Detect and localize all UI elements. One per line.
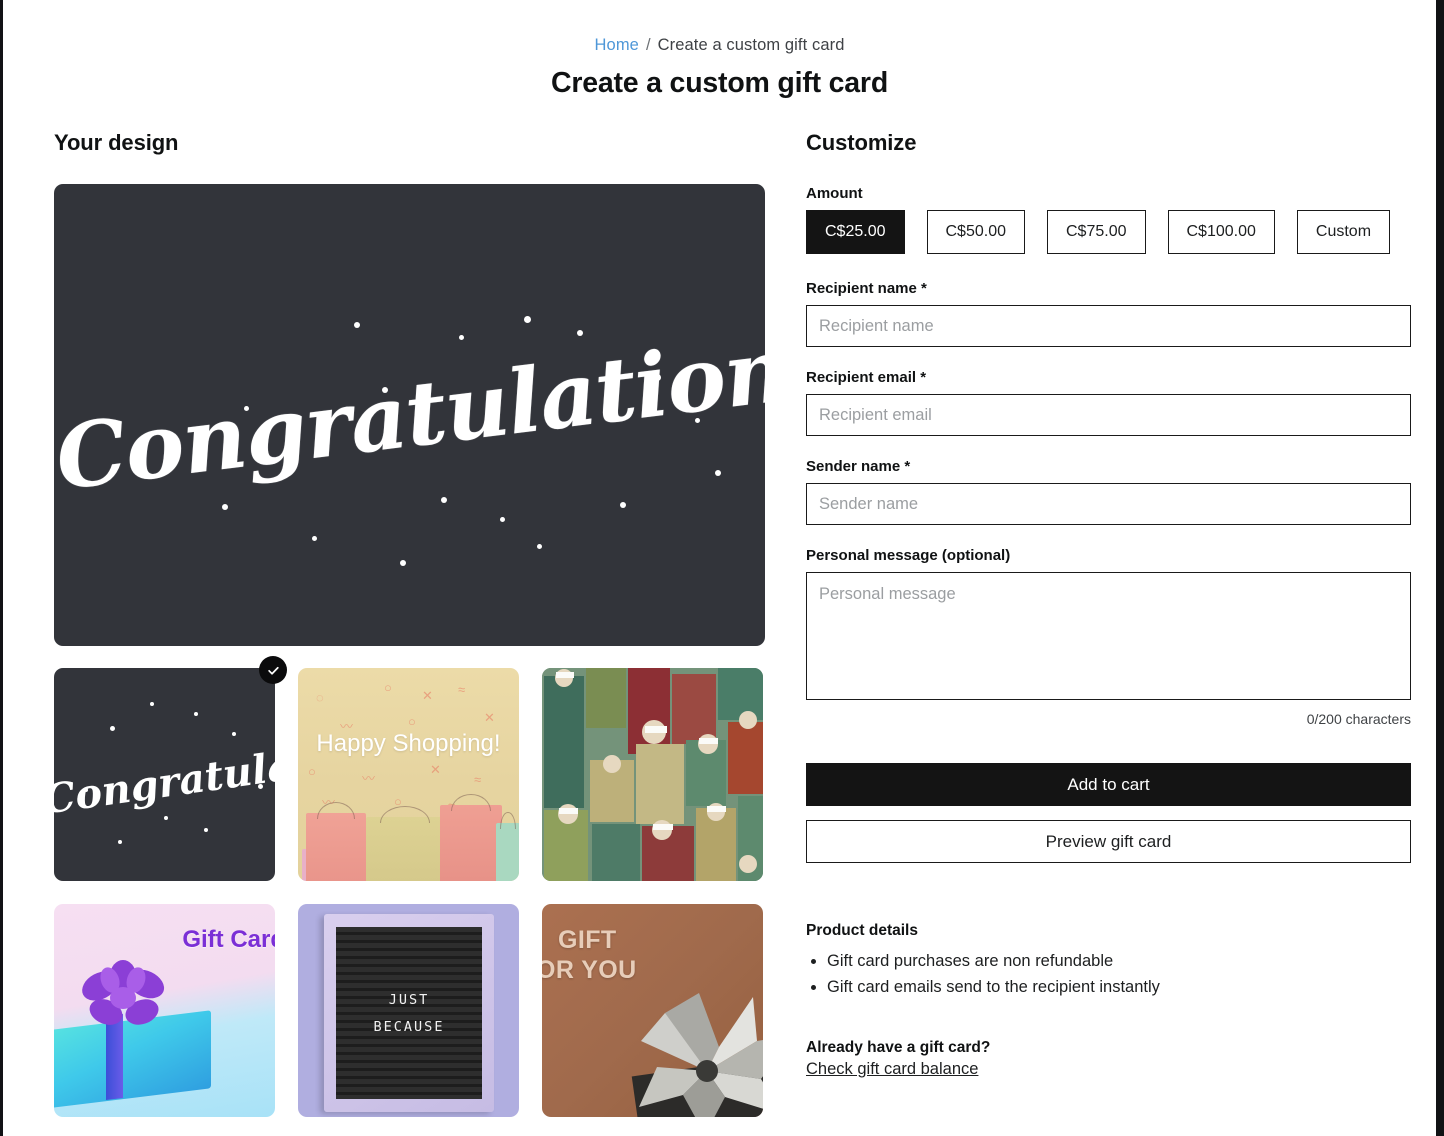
page-content: Home / Create a custom gift card Create a … — [3, 0, 1436, 1136]
personal-message-textarea[interactable] — [806, 572, 1411, 700]
page-title: Create a custom gift card — [550, 67, 889, 99]
sender-name-field: Sender name * — [806, 458, 1411, 525]
isometric-gifts-illustration — [542, 668, 763, 881]
recipient-name-input[interactable] — [806, 305, 1411, 347]
design-thumbnail-just-because[interactable]: JUST BECAUSE — [298, 904, 519, 1117]
design-thumbnail-label-line1: GIFT — [558, 926, 617, 954]
design-preview-text: Congratulations — [54, 311, 765, 510]
amount-options: C$25.00 C$50.00 C$75.00 C$100.00 Custom — [806, 210, 1411, 254]
design-thumbnail-grid: Congratulations ◌ ○ ✕ ≈ 〰 ○ ✕ ○ 〰 ✕ ≈ ○ … — [54, 656, 765, 1117]
breadcrumb-current: Create a custom gift card — [657, 36, 845, 54]
design-thumbnail-label-line2: BECAUSE — [373, 1018, 445, 1035]
thumbnail-wrap: GIFT OR YOU — [542, 904, 763, 1117]
design-thumbnail-isometric-gifts[interactable] — [542, 668, 763, 881]
product-detail-item: Gift card purchases are non refundable — [827, 950, 1411, 973]
amount-label: Amount — [806, 185, 863, 202]
preview-gift-card-button[interactable]: Preview gift card — [806, 820, 1411, 863]
product-details-title: Product details — [806, 922, 918, 939]
amount-option-25[interactable]: C$25.00 — [806, 210, 905, 254]
amount-option-75[interactable]: C$75.00 — [1047, 210, 1146, 254]
main-layout: Your design Congratulations Congratulati… — [54, 130, 1414, 1117]
design-thumbnail-label: Congratulations — [54, 725, 275, 824]
amount-option-50[interactable]: C$50.00 — [926, 210, 1025, 254]
thumbnail-wrap: Congratulations — [54, 656, 287, 881]
letterboard-frame: JUST BECAUSE — [324, 914, 494, 1112]
customize-column: Customize Amount C$25.00 C$50.00 C$75.00… — [806, 130, 1411, 1117]
thumbnail-wrap: JUST BECAUSE — [298, 904, 519, 1117]
recipient-email-field: Recipient email * — [806, 369, 1411, 436]
gift-card-balance-title: Already have a gift card? — [806, 1038, 991, 1056]
design-thumbnail-gift-card[interactable]: Gift Card — [54, 904, 275, 1117]
recipient-name-label: Recipient name * — [806, 280, 927, 297]
browser-window: Home / Create a custom gift card Create a … — [0, 0, 1444, 1136]
design-column: Your design Congratulations Congratulati… — [54, 130, 765, 1117]
product-details-list: Gift card purchases are non refundable G… — [806, 950, 1411, 999]
design-preview-card: Congratulations — [54, 184, 765, 646]
design-thumbnail-label: Happy Shopping! — [316, 730, 501, 757]
thumbnail-wrap — [542, 668, 763, 881]
check-icon — [259, 656, 287, 684]
breadcrumb-separator: / — [645, 36, 651, 54]
customize-section-title: Customize — [806, 130, 917, 155]
recipient-email-input[interactable] — [806, 394, 1411, 436]
check-gift-card-balance-link[interactable]: Check gift card balance — [806, 1060, 978, 1078]
personal-message-label: Personal message (optional) — [806, 547, 1011, 564]
recipient-name-field: Recipient name * — [806, 280, 1411, 347]
product-detail-item: Gift card emails send to the recipient i… — [827, 976, 1411, 999]
letterboard-inner: JUST BECAUSE — [336, 927, 482, 1099]
silver-bow-icon — [631, 993, 763, 1117]
amount-option-100[interactable]: C$100.00 — [1167, 210, 1275, 254]
design-thumbnail-a-gift-for-you[interactable]: GIFT OR YOU — [542, 904, 763, 1117]
thumbnail-wrap: Gift Card — [54, 904, 275, 1117]
design-section-title: Your design — [54, 130, 179, 155]
sender-name-input[interactable] — [806, 483, 1411, 525]
amount-option-custom[interactable]: Custom — [1296, 210, 1391, 254]
design-thumbnail-happy-shopping[interactable]: ◌ ○ ✕ ≈ 〰 ○ ✕ ○ 〰 ✕ ≈ 〰 ○ ≈ — [298, 668, 519, 881]
breadcrumb: Home / Create a custom gift card — [3, 0, 1436, 55]
purple-bow-icon — [82, 960, 165, 1025]
personal-message-field: Personal message (optional) 0/200 charac… — [806, 547, 1411, 727]
recipient-email-label: Recipient email * — [806, 369, 927, 386]
add-to-cart-button[interactable]: Add to cart — [806, 763, 1411, 806]
design-thumbnail-label-line1: JUST — [388, 991, 430, 1008]
character-counter: 0/200 characters — [1306, 711, 1411, 727]
design-thumbnail-label: Gift Card — [182, 926, 275, 953]
thumbnail-wrap: ◌ ○ ✕ ≈ 〰 ○ ✕ ○ 〰 ✕ ≈ 〰 ○ ≈ — [298, 668, 519, 881]
breadcrumb-home-link[interactable]: Home — [595, 36, 639, 54]
sender-name-label: Sender name * — [806, 458, 911, 475]
design-thumbnail-congratulations[interactable]: Congratulations — [54, 668, 275, 881]
